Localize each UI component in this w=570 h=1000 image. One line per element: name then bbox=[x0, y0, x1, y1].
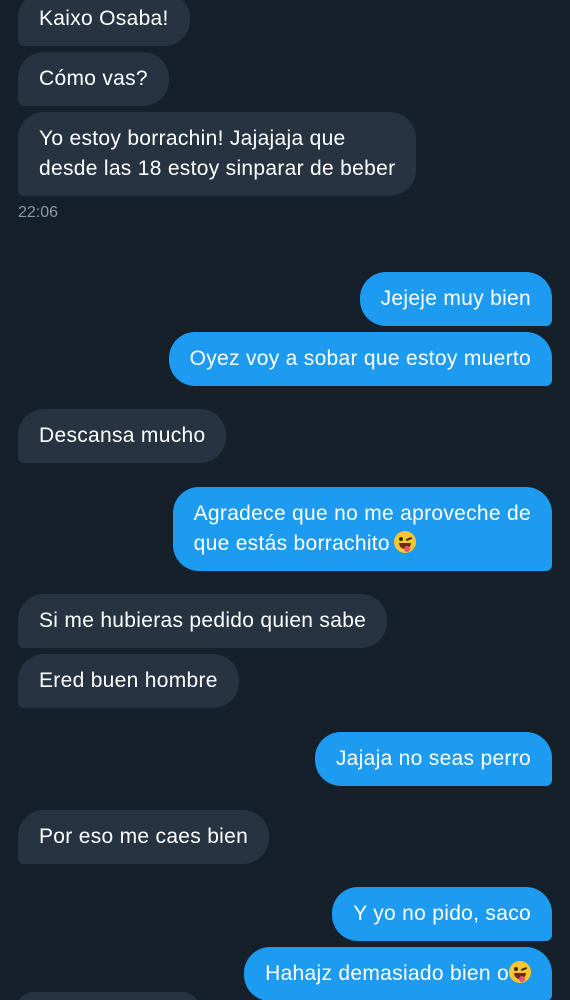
message-incoming[interactable]: Por eso me caes bien bbox=[18, 810, 270, 864]
message-incoming-partial[interactable] bbox=[18, 992, 198, 1000]
message-incoming[interactable]: Cómo vas? bbox=[18, 52, 169, 106]
message-text: Jejeje muy bien bbox=[380, 287, 531, 310]
message-text: Descansa mucho bbox=[39, 424, 206, 447]
message-incoming[interactable]: Yo estoy borrachin! Jajajaja que desde l… bbox=[18, 112, 417, 196]
message-text: Yo estoy borrachin! Jajajaja que desde l… bbox=[39, 124, 395, 184]
message-incoming[interactable]: Si me hubieras pedido quien sabe bbox=[18, 594, 388, 648]
message-outgoing[interactable]: Hahajz demasiado bien o bbox=[244, 947, 552, 1000]
message-text: Por eso me caes bien bbox=[39, 825, 249, 848]
message-line: desde las 18 estoy sinparar de beber bbox=[39, 157, 396, 180]
message-text: Jajaja no seas perro bbox=[335, 747, 531, 770]
message-text: Kaixo Osaba! bbox=[39, 7, 169, 30]
message-outgoing[interactable]: Jejeje muy bien bbox=[359, 272, 552, 326]
message-line: Agradece que no me aproveche de bbox=[193, 502, 531, 525]
message-text: Y yo no pido, saco bbox=[353, 902, 531, 925]
message-line: Yo estoy borrachin! Jajajaja que bbox=[39, 127, 346, 150]
chat-thread[interactable]: Kaixo Osaba! Cómo vas? Yo estoy borrachi… bbox=[0, 0, 570, 1000]
message-text: Cómo vas? bbox=[39, 67, 148, 90]
message-incoming[interactable]: Descansa mucho bbox=[18, 409, 227, 463]
message-text: Ered buen hombre bbox=[39, 669, 218, 692]
message-incoming[interactable]: Ered buen hombre bbox=[18, 654, 239, 708]
message-line: que estás borrachito bbox=[194, 529, 531, 559]
message-outgoing[interactable]: Jajaja no seas perro bbox=[314, 732, 552, 786]
message-text: Oyez voy a sobar que estoy muerto bbox=[189, 347, 531, 370]
message-incoming[interactable]: Kaixo Osaba! bbox=[18, 0, 190, 46]
message-outgoing[interactable]: Agradece que no me aproveche de que está… bbox=[172, 487, 552, 571]
message-text: Agradece que no me aproveche de que está… bbox=[194, 499, 531, 559]
message-outgoing[interactable]: Oyez voy a sobar que estoy muerto bbox=[168, 332, 552, 386]
message-text: Si me hubieras pedido quien sabe bbox=[39, 609, 367, 632]
winking-face-with-tongue-icon bbox=[509, 961, 531, 983]
message-outgoing[interactable]: Y yo no pido, saco bbox=[332, 887, 552, 941]
message-text: Hahajz demasiado bien o bbox=[265, 959, 531, 989]
message-timestamp: 22:06 bbox=[18, 204, 59, 221]
winking-face-with-tongue-icon bbox=[393, 531, 416, 553]
